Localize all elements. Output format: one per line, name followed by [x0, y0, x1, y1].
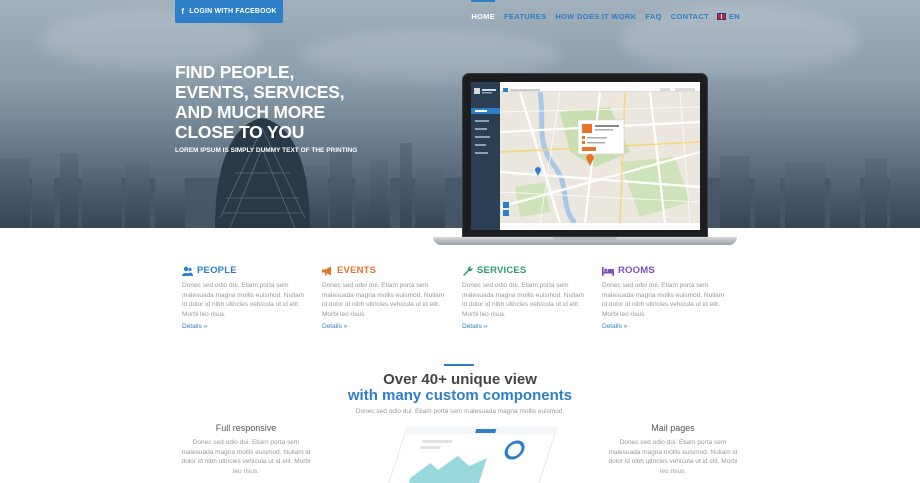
column-text: Donec sed odio dui. Etiam porta sem male… — [181, 439, 311, 475]
feature-rooms: ROOMS Donec sed odio dui. Etiam porta se… — [602, 265, 742, 330]
nav-home[interactable]: HOME — [471, 0, 495, 23]
language-label: EN — [728, 12, 740, 21]
feature-text: Donec sed odio dui. Etiam porta sem male… — [322, 282, 445, 318]
feature-title-label: ROOMS — [618, 265, 655, 276]
facebook-login-button[interactable]: f LOGIN WITH FACEBOOK — [175, 0, 283, 23]
people-icon — [182, 266, 193, 276]
sidebar-menu — [471, 88, 500, 154]
column-title: Mail pages — [651, 423, 695, 433]
app-topbar — [500, 82, 700, 92]
feature-text: Donec sed odio dui. Etiam porta sem male… — [602, 282, 725, 318]
laptop-lid — [462, 73, 708, 237]
feature-title: SERVICES — [462, 265, 602, 276]
nav-faq[interactable]: FAQ — [645, 12, 661, 23]
uk-flag-icon — [716, 13, 726, 20]
showcase-left-column: Full responsive Donec sed odio dui. Etia… — [181, 423, 311, 476]
features-row: PEOPLE Donec sed odio dui. Etiam porta s… — [182, 265, 742, 330]
map-view — [500, 92, 700, 223]
details-link[interactable]: Details » — [322, 323, 462, 330]
feature-title: EVENTS — [322, 265, 462, 276]
feature-services: SERVICES Donec sed odio dui. Etiam porta… — [462, 265, 602, 330]
app-footer — [500, 223, 700, 230]
main-nav: HOME FEATURES HOW DOES IT WORK FAQ CONTA… — [471, 0, 740, 23]
laptop-base — [433, 237, 737, 245]
language-selector[interactable]: EN — [716, 12, 740, 23]
details-link[interactable]: Details » — [602, 323, 742, 330]
feature-events: EVENTS Donec sed odio dui. Etiam porta s… — [322, 265, 462, 330]
facebook-icon: f — [181, 7, 185, 16]
feature-title-label: EVENTS — [337, 265, 377, 276]
nav-contact[interactable]: CONTACT — [671, 12, 709, 23]
bed-icon — [602, 266, 614, 276]
feature-text: Donec sed odio dui. Etiam porta sem male… — [182, 282, 305, 318]
hero-subtitle: LOREM IPSUM IS SIMPLY DUMMY TEXT OF THE … — [175, 147, 358, 154]
showcase-heading: Over 40+ unique view — [383, 371, 537, 388]
hero-overlay — [0, 0, 920, 228]
nav-features[interactable]: FEATURES — [504, 12, 546, 23]
feature-title: ROOMS — [602, 265, 742, 276]
megaphone-icon — [322, 266, 331, 275]
showcase-right-column: Mail pages Donec sed odio dui. Etiam por… — [608, 423, 738, 476]
map-graphic — [500, 92, 700, 223]
feature-title-label: SERVICES — [477, 265, 527, 276]
details-link[interactable]: Details » — [462, 323, 602, 330]
laptop-mockup — [433, 73, 737, 245]
hero-title: FIND PEOPLE, EVENTS, SERVICES, AND MUCH … — [175, 62, 345, 142]
hero-banner — [0, 0, 920, 228]
wrench-icon — [463, 266, 473, 276]
dashboard-preview-image — [383, 427, 558, 483]
column-title: Full responsive — [215, 423, 277, 433]
showcase-heading-accent: with many custom components — [347, 387, 573, 404]
details-link[interactable]: Details » — [182, 323, 322, 330]
feature-text: Donec sed odio dui. Etiam porta sem male… — [462, 282, 585, 318]
nav-how-it-works[interactable]: HOW DOES IT WORK — [555, 12, 636, 23]
feature-title: PEOPLE — [182, 265, 322, 276]
feature-title-label: PEOPLE — [197, 265, 237, 276]
app-sidebar — [471, 82, 500, 230]
column-text: Donec sed odio dui. Etiam porta sem male… — [608, 439, 738, 475]
section-divider — [444, 364, 474, 366]
app-screenshot — [471, 82, 700, 230]
feature-people: PEOPLE Donec sed odio dui. Etiam porta s… — [182, 265, 322, 330]
facebook-login-label: LOGIN WITH FACEBOOK — [189, 8, 277, 15]
showcase-subtitle: Donec sed odio dui. Etiam porta sem male… — [355, 408, 565, 415]
